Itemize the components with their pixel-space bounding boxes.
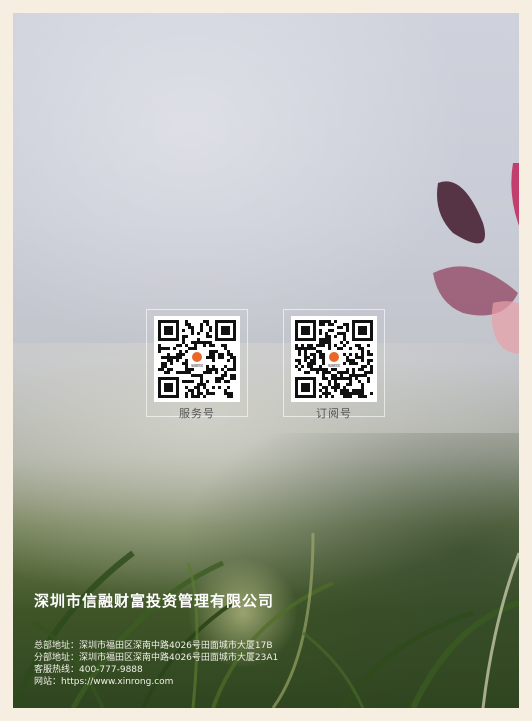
- qr-code-image: 信融财富: [295, 320, 373, 398]
- service-hotline: 客服热线：400-777-9888: [34, 665, 143, 675]
- qr-label-subscription: 订阅号: [316, 407, 352, 420]
- qr-label-service: 服务号: [179, 407, 215, 420]
- qr-code-service: 信融财富: [154, 316, 240, 402]
- website: 网站：https://www.xinrong.com: [34, 677, 174, 687]
- hq-address: 总部地址：深圳市福田区深南中路4026号田面城市大厦17B: [34, 641, 273, 651]
- svg-text:信融财富: 信融财富: [191, 363, 203, 368]
- branch-address: 分部地址：深圳市福田区深南中路4026号田面城市大厦23A1: [34, 653, 279, 663]
- flower-petals: [433, 163, 519, 354]
- qr-code-image: 信融财富: [158, 320, 236, 398]
- qr-card-service: 信融财富 服务号: [146, 309, 248, 420]
- qr-code-subscription: 信融财富: [291, 316, 377, 402]
- svg-text:信融财富: 信融财富: [328, 363, 340, 368]
- company-name: 深圳市信融财富投资管理有限公司: [34, 592, 275, 610]
- qr-card-subscription: 信融财富 订阅号: [283, 309, 385, 420]
